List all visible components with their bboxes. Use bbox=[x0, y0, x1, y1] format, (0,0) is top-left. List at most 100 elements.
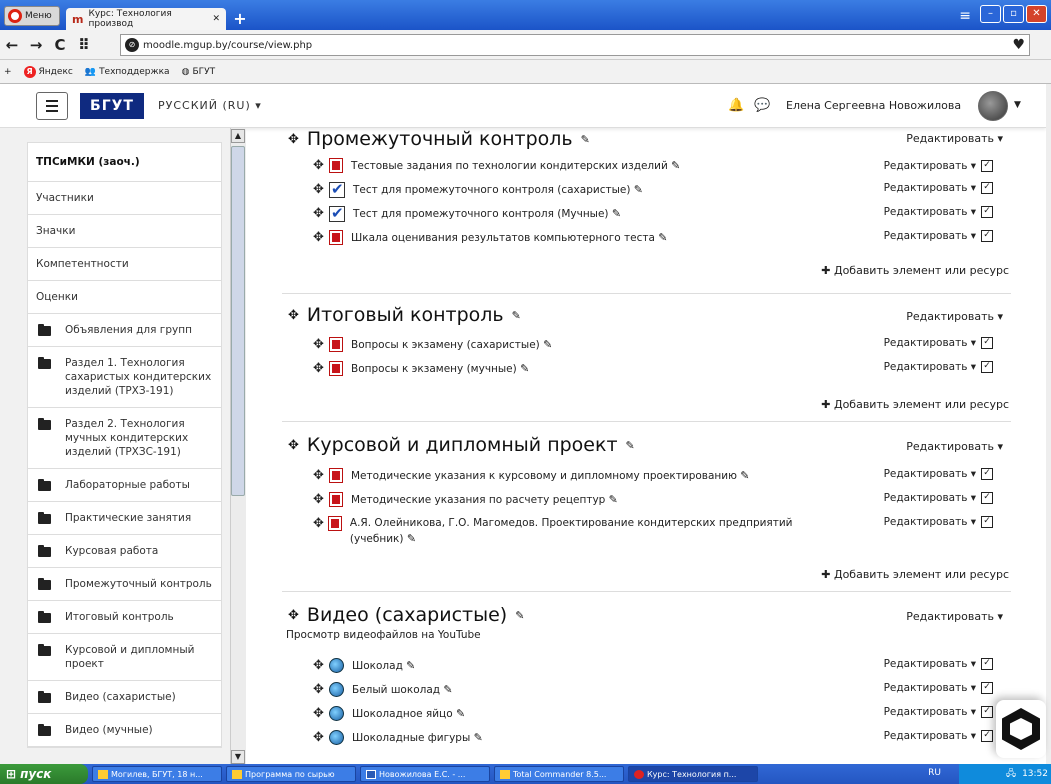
sidebar-item-badges[interactable]: Значки bbox=[28, 215, 221, 248]
sidebar-section-item[interactable]: Курсовая работа bbox=[28, 535, 221, 568]
move-icon[interactable]: ✥ bbox=[313, 468, 325, 483]
add-resource-button[interactable]: ✚ Добавить элемент или ресурс bbox=[821, 398, 1009, 411]
activity-edit-menu[interactable]: Редактировать ▾ bbox=[884, 337, 976, 349]
sidebar-section-item[interactable]: Практические занятия bbox=[28, 502, 221, 535]
edit-pencil-icon[interactable]: ✎ bbox=[443, 683, 452, 696]
section-edit-menu[interactable]: Редактировать ▾ bbox=[906, 132, 1003, 145]
move-icon[interactable]: ✥ bbox=[288, 438, 299, 453]
move-icon[interactable]: ✥ bbox=[313, 658, 325, 673]
edit-pencil-icon[interactable]: ✎ bbox=[581, 133, 590, 146]
url-field[interactable]: ⊘ moodle.mgup.by/course/view.php ♥ bbox=[120, 34, 1030, 56]
edit-pencil-icon[interactable]: ✎ bbox=[626, 439, 635, 452]
move-icon[interactable]: ✥ bbox=[313, 337, 325, 352]
move-icon[interactable]: ✥ bbox=[313, 206, 325, 221]
activity-edit-menu[interactable]: Редактировать ▾ bbox=[884, 658, 976, 670]
move-icon[interactable]: ✥ bbox=[313, 361, 325, 376]
scroll-down-arrow-icon[interactable]: ▼ bbox=[231, 750, 245, 764]
activity-link[interactable]: Методические указания к курсовому и дипл… bbox=[351, 468, 750, 484]
completion-checkbox[interactable]: ✓ bbox=[981, 468, 993, 480]
activity-link[interactable]: Тест для промежуточного контроля (сахари… bbox=[353, 182, 643, 198]
edit-pencil-icon[interactable]: ✎ bbox=[407, 532, 416, 545]
activity-edit-menu[interactable]: Редактировать ▾ bbox=[884, 492, 976, 504]
move-icon[interactable]: ✥ bbox=[313, 730, 325, 745]
reload-icon[interactable]: C bbox=[48, 36, 72, 54]
activity-link[interactable]: Вопросы к экзамену (сахаристые) ✎ bbox=[351, 337, 552, 353]
section-edit-menu[interactable]: Редактировать ▾ bbox=[906, 610, 1003, 623]
edit-pencil-icon[interactable]: ✎ bbox=[609, 493, 618, 506]
move-icon[interactable]: ✥ bbox=[288, 608, 299, 623]
add-bookmark-icon[interactable]: + bbox=[4, 67, 12, 77]
completion-checkbox[interactable]: ✓ bbox=[981, 160, 993, 172]
activity-edit-menu[interactable]: Редактировать ▾ bbox=[884, 230, 976, 242]
activity-link[interactable]: Шоколад ✎ bbox=[352, 658, 415, 674]
sidebar-scroll-thumb[interactable] bbox=[231, 146, 245, 496]
sidebar-section-item[interactable]: Лабораторные работы bbox=[28, 469, 221, 502]
activity-edit-menu[interactable]: Редактировать ▾ bbox=[884, 206, 976, 218]
edit-pencil-icon[interactable]: ✎ bbox=[520, 362, 529, 375]
taskbar-item[interactable]: Программа по сырью bbox=[226, 766, 356, 782]
edit-pencil-icon[interactable]: ✎ bbox=[474, 731, 483, 744]
language-menu[interactable]: РУССКИЙ (RU) ▾ bbox=[158, 99, 262, 112]
completion-checkbox[interactable]: ✓ bbox=[981, 658, 993, 670]
activity-edit-menu[interactable]: Редактировать ▾ bbox=[884, 160, 976, 172]
sidebar-section-item[interactable]: Раздел 1. Технология сахаристых кондитер… bbox=[28, 347, 221, 408]
sidebar-section-item[interactable]: Объявления для групп bbox=[28, 314, 221, 347]
user-name[interactable]: Елена Сергеевна Новожилова bbox=[786, 99, 961, 112]
move-icon[interactable]: ✥ bbox=[313, 682, 325, 697]
sidebar-item-grades[interactable]: Оценки bbox=[28, 281, 221, 314]
completion-checkbox[interactable]: ✓ bbox=[981, 706, 993, 718]
activity-link[interactable]: Вопросы к экзамену (мучные) ✎ bbox=[351, 361, 529, 377]
bookmark-support[interactable]: 👥 Техподдержка bbox=[85, 67, 170, 77]
taskbar-item[interactable]: Total Commander 8.5... bbox=[494, 766, 624, 782]
scroll-up-arrow-icon[interactable]: ▲ bbox=[231, 129, 245, 143]
completion-checkbox[interactable]: ✓ bbox=[981, 182, 993, 194]
move-icon[interactable]: ✥ bbox=[313, 182, 325, 197]
back-icon[interactable]: ← bbox=[0, 36, 24, 54]
sidebar-section-item[interactable]: Промежуточный контроль bbox=[28, 568, 221, 601]
edit-pencil-icon[interactable]: ✎ bbox=[612, 207, 621, 220]
edit-pencil-icon[interactable]: ✎ bbox=[543, 338, 552, 351]
bookmark-bgut[interactable]: ◍ БГУТ bbox=[182, 67, 216, 77]
completion-checkbox[interactable]: ✓ bbox=[981, 516, 993, 528]
completion-checkbox[interactable]: ✓ bbox=[981, 230, 993, 242]
network-icon[interactable]: 🖧 bbox=[1006, 766, 1016, 782]
browser-settings-icon[interactable]: ≡ bbox=[959, 8, 971, 24]
move-icon[interactable]: ✥ bbox=[313, 706, 325, 721]
add-resource-button[interactable]: ✚ Добавить элемент или ресурс bbox=[821, 568, 1009, 581]
edit-pencil-icon[interactable]: ✎ bbox=[515, 609, 524, 622]
add-resource-button[interactable]: ✚ Добавить элемент или ресурс bbox=[821, 264, 1009, 277]
taskbar-item[interactable]: Курс: Технология п... bbox=[628, 766, 758, 782]
avatar[interactable] bbox=[978, 91, 1008, 121]
user-menu-caret-icon[interactable]: ▼ bbox=[1014, 100, 1021, 110]
activity-link[interactable]: Белый шоколад ✎ bbox=[352, 682, 453, 698]
sidebar-section-item[interactable]: Видео (мучные) bbox=[28, 714, 221, 747]
new-tab-button[interactable]: + bbox=[230, 10, 250, 28]
page-scrollbar[interactable] bbox=[1046, 84, 1051, 764]
completion-checkbox[interactable]: ✓ bbox=[981, 730, 993, 742]
completion-checkbox[interactable]: ✓ bbox=[981, 206, 993, 218]
activity-link[interactable]: Шоколадные фигуры ✎ bbox=[352, 730, 483, 746]
completion-checkbox[interactable]: ✓ bbox=[981, 361, 993, 373]
edit-pencil-icon[interactable]: ✎ bbox=[512, 309, 521, 322]
sidebar-item-competencies[interactable]: Компетентности bbox=[28, 248, 221, 281]
edit-pencil-icon[interactable]: ✎ bbox=[634, 183, 643, 196]
section-edit-menu[interactable]: Редактировать ▾ bbox=[906, 440, 1003, 453]
activity-link[interactable]: Тест для промежуточного контроля (Мучные… bbox=[353, 206, 621, 222]
sidebar-item-course[interactable]: ТПСиМКИ (заоч.) bbox=[28, 143, 221, 182]
move-icon[interactable]: ✥ bbox=[313, 230, 325, 245]
completion-checkbox[interactable]: ✓ bbox=[981, 337, 993, 349]
activity-link[interactable]: Шкала оценивания результатов компьютерно… bbox=[351, 230, 667, 246]
input-language[interactable]: RU bbox=[928, 768, 941, 778]
edit-pencil-icon[interactable]: ✎ bbox=[671, 159, 680, 172]
edit-pencil-icon[interactable]: ✎ bbox=[658, 231, 667, 244]
activity-edit-menu[interactable]: Редактировать ▾ bbox=[884, 706, 976, 718]
taskbar-item[interactable]: Могилев, БГУТ, 18 н... bbox=[92, 766, 222, 782]
sidebar-section-item[interactable]: Видео (сахаристые) bbox=[28, 681, 221, 714]
move-icon[interactable]: ✥ bbox=[313, 516, 324, 531]
completion-checkbox[interactable]: ✓ bbox=[981, 682, 993, 694]
taskbar-item[interactable]: Новожилова Е.С. - ... bbox=[360, 766, 490, 782]
activity-edit-menu[interactable]: Редактировать ▾ bbox=[884, 468, 976, 480]
maximize-button[interactable]: ▫ bbox=[1003, 5, 1024, 23]
close-window-button[interactable]: ✕ bbox=[1026, 5, 1047, 23]
move-icon[interactable]: ✥ bbox=[313, 492, 325, 507]
